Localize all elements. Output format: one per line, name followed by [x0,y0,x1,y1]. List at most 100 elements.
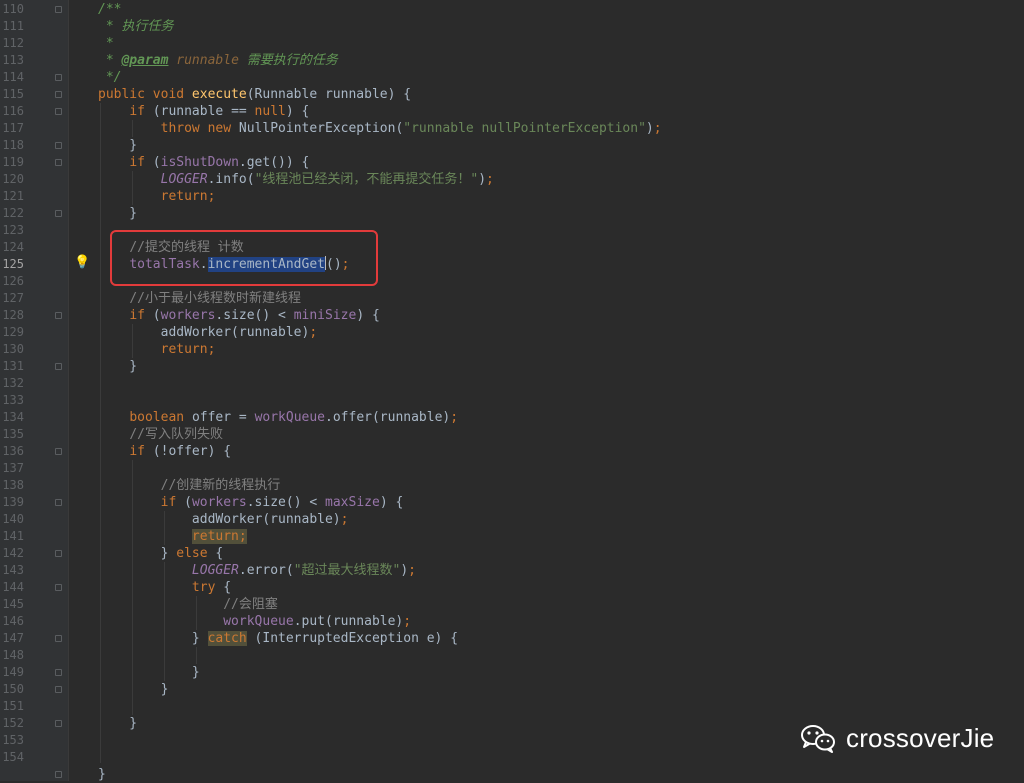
code-line: workQueue.put(runnable); [223,614,412,629]
line-number: 117 [2,121,24,135]
line-number: 133 [2,393,24,407]
code-editor[interactable]: 110 111 112 113 114 115 116 117 118 119 … [0,0,1024,782]
code-line: if (workers.size() < miniSize) { [129,308,380,323]
line-number: 128 [2,308,24,322]
fold-marker-icon[interactable] [55,669,62,676]
code-line: return; [191,529,247,544]
lightbulb-icon[interactable]: 💡 [74,253,90,270]
code-line: if (runnable == null) { [129,104,310,119]
fold-marker-icon[interactable] [55,363,62,370]
watermark-text: crossoverJie [846,722,995,753]
fold-marker-icon[interactable] [55,550,62,557]
line-number: 151 [2,699,24,713]
code-line: addWorker(runnable); [98,512,349,527]
code-line: } [98,682,169,697]
code-line: } [98,138,138,153]
code-line: LOGGER.error("超过最大线程数"); [191,563,416,578]
code-line: public void execute(Runnable runnable) { [98,87,412,102]
watermark: crossoverJie [800,722,994,754]
fold-marker-icon[interactable] [55,771,62,778]
line-number: 124 [2,240,24,254]
line-number: 131 [2,359,24,373]
line-number: 150 [2,682,24,696]
code-line: try { [191,580,232,595]
line-number: 136 [2,444,24,458]
fold-marker-icon[interactable] [55,312,62,319]
code-line: } [98,716,138,731]
line-number: 120 [2,172,24,186]
line-number: 145 [2,597,24,611]
fold-marker-icon[interactable] [55,6,62,13]
code-line: //创建新的线程执行 [160,478,281,493]
line-number: 121 [2,189,24,203]
code-line: return; [160,342,216,357]
line-number: 129 [2,325,24,339]
line-number: 154 [2,750,24,764]
code-line: //会阻塞 [223,597,278,612]
line-number: 138 [2,478,24,492]
code-line: throw new NullPointerException("runnable… [160,121,662,136]
line-number: 137 [2,461,24,475]
line-number: 134 [2,410,24,424]
code-line: } [98,359,138,374]
fold-marker-icon[interactable] [55,159,62,166]
line-number: 147 [2,631,24,645]
code-line: if (isShutDown.get()) { [129,155,310,170]
fold-marker-icon[interactable] [55,499,62,506]
line-number: 153 [2,733,24,747]
line-number: 115 [2,87,24,101]
code-line: if (workers.size() < maxSize) { [160,495,404,510]
line-number: 110 [2,2,24,16]
line-number: 135 [2,427,24,441]
code-line: } catch (InterruptedException e) { [98,631,459,646]
line-number: 111 [2,19,24,33]
fold-marker-icon[interactable] [55,74,62,81]
fold-marker-icon[interactable] [55,635,62,642]
code-line: */ [105,70,122,85]
line-number: 119 [2,155,24,169]
code-line: /** [98,2,122,17]
fold-marker-icon[interactable] [55,720,62,727]
code-line: if (!offer) { [129,444,232,459]
code-line: LOGGER.info("线程池已经关闭，不能再提交任务！"); [160,172,494,187]
indent-guide [196,647,197,664]
code-line: //小于最小线程数时新建线程 [129,291,301,306]
code-line: * [98,36,114,51]
line-number: 132 [2,376,24,390]
line-number: 116 [2,104,24,118]
line-number: 126 [2,274,24,288]
fold-marker-icon[interactable] [55,584,62,591]
current-line-number: 125 [2,257,24,271]
line-number: 130 [2,342,24,356]
line-gutter: 110 111 112 113 114 115 116 117 118 119 … [0,0,69,781]
code-line: } [98,206,138,221]
line-number: 146 [2,614,24,628]
fold-marker-icon[interactable] [55,210,62,217]
code-line: } else { [98,546,224,561]
code-line: * 执行任务 [98,19,174,34]
code-line: return; [160,189,216,204]
line-number: 122 [2,206,24,220]
line-number: 123 [2,223,24,237]
wechat-icon [801,725,835,753]
fold-marker-icon[interactable] [55,91,62,98]
fold-marker-icon[interactable] [55,686,62,693]
line-number: 152 [2,716,24,730]
line-number: 112 [2,36,24,50]
line-number: 139 [2,495,24,509]
highlight-annotation-box [110,230,378,286]
code-line: addWorker(runnable); [98,325,318,340]
line-number: 127 [2,291,24,305]
line-number: 140 [2,512,24,526]
fold-marker-icon[interactable] [55,142,62,149]
line-number: 142 [2,546,24,560]
fold-marker-icon[interactable] [55,108,62,115]
line-number: 144 [2,580,24,594]
code-line: * @param runnable 需要执行的任务 [98,53,338,68]
line-number: 148 [2,648,24,662]
fold-marker-icon[interactable] [55,448,62,455]
line-number: 114 [2,70,24,84]
code-line: } [98,767,106,782]
line-number: 118 [2,138,24,152]
line-number: 149 [2,665,24,679]
